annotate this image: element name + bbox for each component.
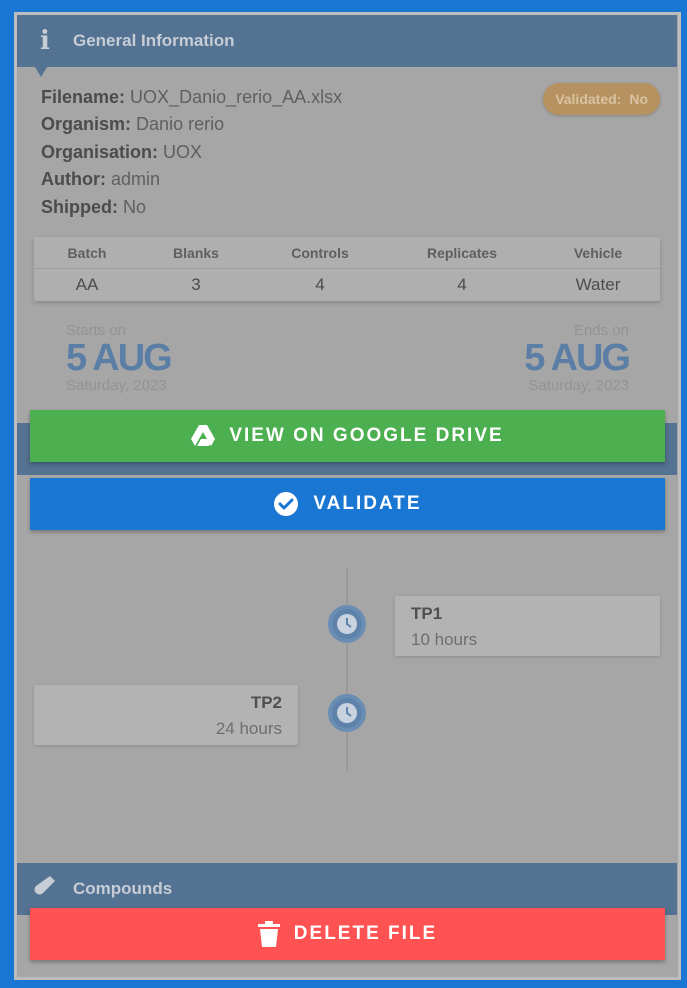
timeline-line xyxy=(346,568,348,770)
start-weekday: Saturday, 2023 xyxy=(66,377,167,394)
table-row: AA 3 4 4 Water xyxy=(34,269,660,301)
table-header-vehicle: Vehicle xyxy=(573,244,623,261)
tp1-title: TP1 xyxy=(411,604,443,623)
organism-value: Danio rerio xyxy=(136,114,225,134)
filename-label: Filename: xyxy=(41,87,126,107)
compounds-title: Compounds xyxy=(73,879,173,898)
google-drive-button[interactable]: VIEW ON GOOGLE DRIVE xyxy=(30,410,665,462)
general-info-title: General Information xyxy=(73,31,235,50)
shipped-value: No xyxy=(123,197,147,217)
timeline-card-tp1: TP1 10 hours xyxy=(395,596,660,656)
timeline-clock-icon xyxy=(328,605,366,643)
table-header-row: Batch Blanks Controls Replicates Vehicle xyxy=(34,237,660,269)
table-header-batch: Batch xyxy=(67,244,107,261)
author-label: Author: xyxy=(41,169,106,189)
start-date: 5 AUG xyxy=(66,337,173,379)
shipped-label: Shipped: xyxy=(41,197,118,217)
info-icon: i xyxy=(40,26,50,56)
table-cell-replicates: 4 xyxy=(457,275,467,294)
author-row: Author: admin xyxy=(41,169,160,190)
end-weekday: Saturday, 2023 xyxy=(528,377,629,394)
start-date-block: Starts on 5 AUG Saturday, 2023 xyxy=(66,322,173,394)
timeline-card-tp2: TP2 24 hours xyxy=(34,685,298,745)
check-circle-icon xyxy=(274,492,299,516)
general-info-header: i General Information xyxy=(17,15,677,77)
filename-row: Filename: UOX_Danio_rerio_AA.xlsx xyxy=(41,87,342,108)
validate-label: VALIDATE xyxy=(313,493,422,514)
google-drive-label: VIEW ON GOOGLE DRIVE xyxy=(229,425,504,446)
tp1-value: 10 hours xyxy=(411,630,478,649)
filename-value: UOX_Danio_rerio_AA.xlsx xyxy=(130,87,343,107)
header-notch xyxy=(35,67,47,77)
validated-value: No xyxy=(629,91,648,107)
batch-table: Batch Blanks Controls Replicates Vehicle… xyxy=(34,237,660,301)
organisation-label: Organisation: xyxy=(41,142,159,162)
table-cell-vehicle: Water xyxy=(575,275,621,294)
table-header-controls: Controls xyxy=(291,244,349,261)
delete-file-button[interactable]: DELETE FILE xyxy=(30,908,665,960)
file-card: i General Information Validated: No File… xyxy=(17,15,677,977)
organisation-value: UOX xyxy=(163,142,203,162)
organism-row: Organism: Danio rerio xyxy=(41,114,224,135)
table-header-blanks: Blanks xyxy=(173,244,219,261)
flask-icon xyxy=(17,874,73,905)
author-value: admin xyxy=(111,169,161,189)
trash-icon xyxy=(257,921,280,947)
end-date: 5 AUG xyxy=(524,337,631,379)
validated-label: Validated: xyxy=(555,91,622,107)
table-cell-blanks: 3 xyxy=(191,275,201,294)
delete-file-label: DELETE FILE xyxy=(293,923,438,944)
tp2-value: 24 hours xyxy=(215,719,282,738)
organisation-row: Organisation: UOX xyxy=(41,142,202,163)
table-header-replicates: Replicates xyxy=(426,244,498,261)
table-cell-controls: 4 xyxy=(315,275,325,294)
validated-badge: Validated: No xyxy=(543,83,660,115)
validate-button[interactable]: VALIDATE xyxy=(30,478,665,530)
timeline-clock-icon xyxy=(328,694,366,732)
end-date-block: Ends on 5 AUG Saturday, 2023 xyxy=(524,322,631,394)
organism-label: Organism: xyxy=(41,114,132,134)
shipped-row: Shipped: No xyxy=(41,197,146,218)
google-drive-icon xyxy=(191,425,216,446)
tp2-title: TP2 xyxy=(250,693,282,712)
table-cell-batch: AA xyxy=(75,275,99,294)
